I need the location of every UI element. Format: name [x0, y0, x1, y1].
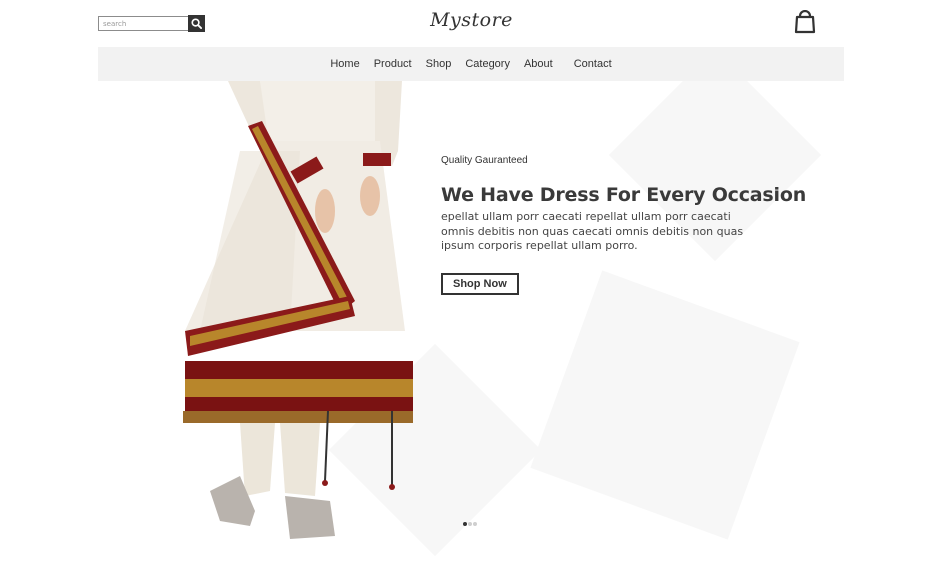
hero-description: epellat ullam porr caecati repellat ulla… — [441, 210, 744, 252]
nav-about[interactable]: About — [524, 58, 553, 70]
nav-shop[interactable]: Shop — [426, 58, 452, 70]
shopping-bag-icon[interactable] — [794, 10, 816, 34]
hero-headline: We Have Dress For Every Occasion — [441, 184, 807, 206]
carousel-dot-3[interactable] — [473, 522, 477, 526]
bg-decor-square — [530, 270, 800, 540]
hero-kicker: Quality Gauranteed — [441, 155, 528, 166]
top-bar: Mystore — [0, 0, 943, 46]
nav-category[interactable]: Category — [465, 58, 510, 70]
hero-model-image — [183, 81, 413, 539]
hero-content: Quality Gauranteed We Have Dress For Eve… — [441, 155, 807, 295]
carousel-indicators — [463, 522, 477, 526]
shop-now-button[interactable]: Shop Now — [441, 272, 519, 295]
nav-home[interactable]: Home — [330, 58, 359, 70]
main-nav: Home Product Shop Category About Contact — [98, 47, 844, 81]
nav-contact[interactable]: Contact — [574, 58, 612, 70]
carousel-dot-2[interactable] — [468, 522, 472, 526]
carousel-dot-1[interactable] — [463, 522, 467, 526]
nav-product[interactable]: Product — [374, 58, 412, 70]
